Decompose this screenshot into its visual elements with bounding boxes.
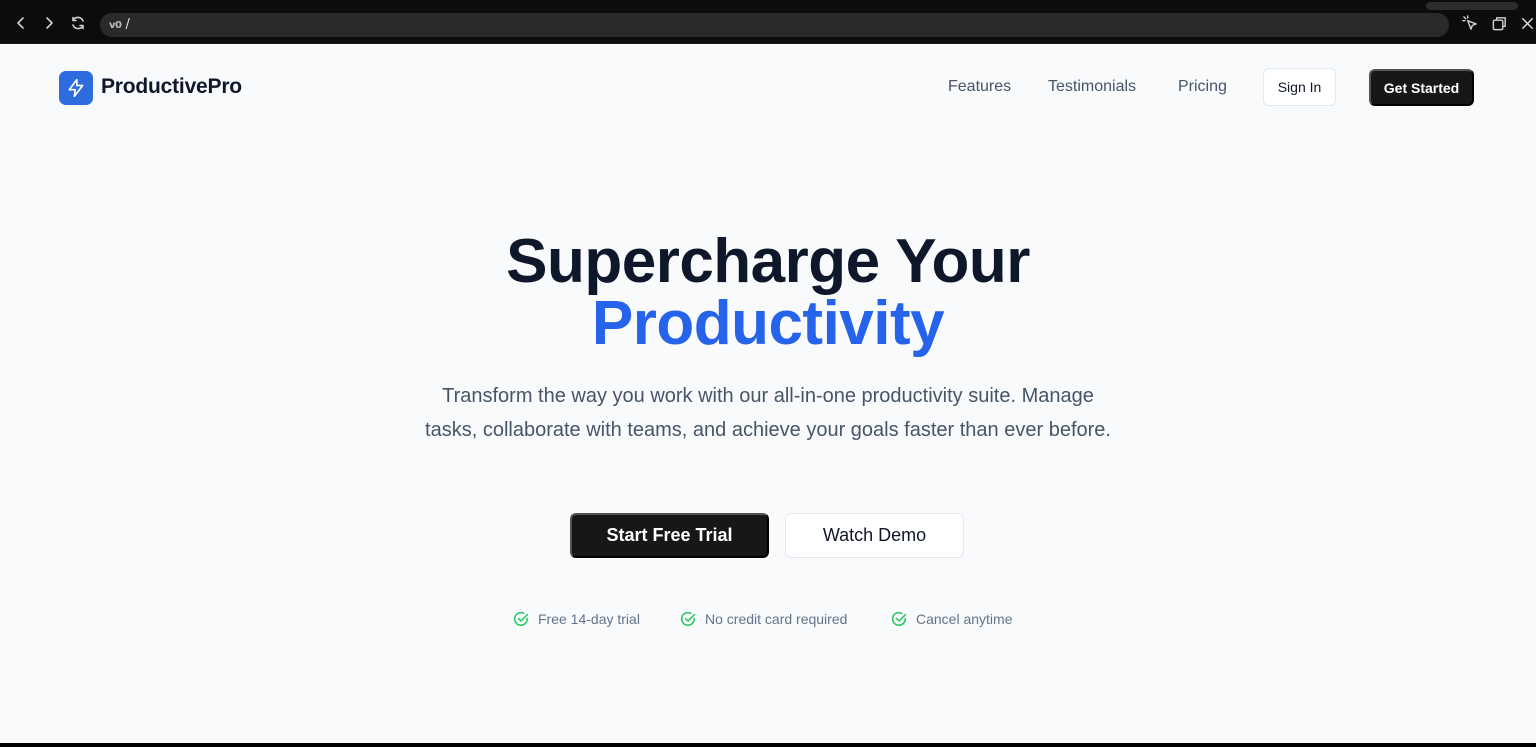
forward-icon[interactable]	[38, 12, 60, 34]
back-icon[interactable]	[10, 12, 32, 34]
watch-demo-button[interactable]: Watch Demo	[785, 513, 964, 558]
site-header: ProductivePro Features Testimonials Pric…	[0, 44, 1536, 132]
perk-label: No credit card required	[705, 611, 848, 627]
perk-item: No credit card required	[680, 609, 847, 629]
nav-link-testimonials[interactable]: Testimonials	[1048, 78, 1136, 96]
browser-chrome: v0/	[0, 0, 1536, 44]
check-circle-icon	[513, 611, 529, 626]
window-handle	[1426, 2, 1518, 10]
v0-logo: v0	[109, 20, 122, 31]
perk-item: Cancel anytime	[891, 609, 1013, 629]
perk-item: Free 14-day trial	[513, 609, 640, 629]
perk-label: Free 14-day trial	[538, 611, 640, 627]
check-circle-icon	[891, 611, 907, 626]
address-bar[interactable]: v0/	[100, 13, 1449, 37]
check-circle-icon	[680, 611, 696, 626]
close-icon[interactable]	[1516, 12, 1536, 34]
lightning-bolt-icon[interactable]	[59, 71, 93, 105]
url-text: /	[125, 17, 130, 32]
start-free-trial-button[interactable]: Start Free Trial	[570, 513, 769, 558]
open-new-window-icon[interactable]	[1488, 12, 1510, 34]
hero-title-highlight: Productivity	[591, 289, 945, 358]
select-element-icon[interactable]	[1459, 12, 1481, 34]
sign-in-button[interactable]: Sign In	[1263, 68, 1336, 106]
nav-link-features[interactable]: Features	[948, 78, 1011, 96]
nav-link-pricing[interactable]: Pricing	[1178, 78, 1227, 96]
brand-name[interactable]: ProductivePro	[101, 75, 242, 99]
get-started-button[interactable]: Get Started	[1369, 69, 1474, 106]
reload-icon[interactable]	[67, 12, 89, 34]
hero-subtitle: Transform the way you work with our all-…	[425, 385, 1111, 441]
hero-title: Supercharge Your	[506, 227, 1030, 296]
window-bottom-edge	[0, 743, 1536, 747]
landing-page: ProductivePro Features Testimonials Pric…	[0, 44, 1536, 743]
perk-label: Cancel anytime	[916, 611, 1013, 627]
